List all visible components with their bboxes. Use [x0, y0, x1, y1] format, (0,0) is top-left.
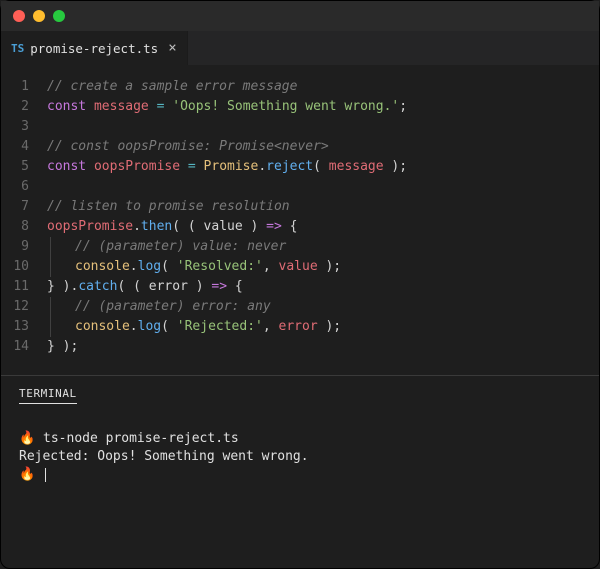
- window-close-button[interactable]: [13, 10, 25, 22]
- tab-filename: promise-reject.ts: [30, 41, 158, 56]
- titlebar: [1, 1, 599, 31]
- code-line: } ).catch( ( error ) => {: [47, 277, 599, 297]
- terminal-tab[interactable]: TERMINAL: [19, 387, 77, 404]
- terminal-prompt-icon: 🔥: [19, 431, 35, 446]
- code-line: console.log( 'Rejected:', error );: [47, 317, 599, 337]
- line-number: 6: [1, 177, 29, 197]
- line-number: 11: [1, 277, 29, 297]
- line-number: 1: [1, 77, 29, 97]
- code-line: // listen to promise resolution: [47, 197, 599, 217]
- code-line: // (parameter) value: never: [47, 237, 599, 257]
- line-number: 8: [1, 217, 29, 237]
- tab-promise-reject[interactable]: TS promise-reject.ts ×: [1, 31, 188, 65]
- code-line: oopsPromise.then( ( value ) => {: [47, 217, 599, 237]
- line-number: 3: [1, 117, 29, 137]
- line-number: 9: [1, 237, 29, 257]
- code-line: [47, 117, 599, 137]
- typescript-icon: TS: [11, 42, 24, 55]
- terminal-line: Rejected: Oops! Something went wrong.: [19, 449, 309, 464]
- line-number: 4: [1, 137, 29, 157]
- line-number: 14: [1, 337, 29, 357]
- line-number: 7: [1, 197, 29, 217]
- code-line: console.log( 'Resolved:', value );: [47, 257, 599, 277]
- line-number: 2: [1, 97, 29, 117]
- code-line: const oopsPromise = Promise.reject( mess…: [47, 157, 599, 177]
- close-icon[interactable]: ×: [168, 40, 176, 56]
- code-line: // (parameter) error: any: [47, 297, 599, 317]
- terminal-prompt-icon: 🔥: [19, 467, 35, 482]
- tab-bar: TS promise-reject.ts ×: [1, 31, 599, 65]
- window-maximize-button[interactable]: [53, 10, 65, 22]
- line-number: 12: [1, 297, 29, 317]
- terminal-command: ts-node promise-reject.ts: [43, 431, 239, 446]
- code-line: const message = 'Oops! Something went wr…: [47, 97, 599, 117]
- window-minimize-button[interactable]: [33, 10, 45, 22]
- code-editor[interactable]: 1 2 3 4 5 6 7 8 9 10 11 12 13 14 // crea…: [1, 65, 599, 375]
- line-number: 5: [1, 157, 29, 177]
- terminal-output[interactable]: 🔥 ts-node promise-reject.ts Rejected: Oo…: [19, 430, 581, 484]
- terminal-panel: TERMINAL 🔥 ts-node promise-reject.ts Rej…: [1, 376, 599, 502]
- code-line: // const oopsPromise: Promise<never>: [47, 137, 599, 157]
- terminal-cursor: [45, 468, 46, 482]
- code-line: [47, 177, 599, 197]
- line-number-gutter: 1 2 3 4 5 6 7 8 9 10 11 12 13 14: [1, 77, 47, 357]
- code-line: // create a sample error message: [47, 77, 599, 97]
- code-content[interactable]: // create a sample error message const m…: [47, 77, 599, 357]
- line-number: 13: [1, 317, 29, 337]
- code-line: } );: [47, 337, 599, 357]
- line-number: 10: [1, 257, 29, 277]
